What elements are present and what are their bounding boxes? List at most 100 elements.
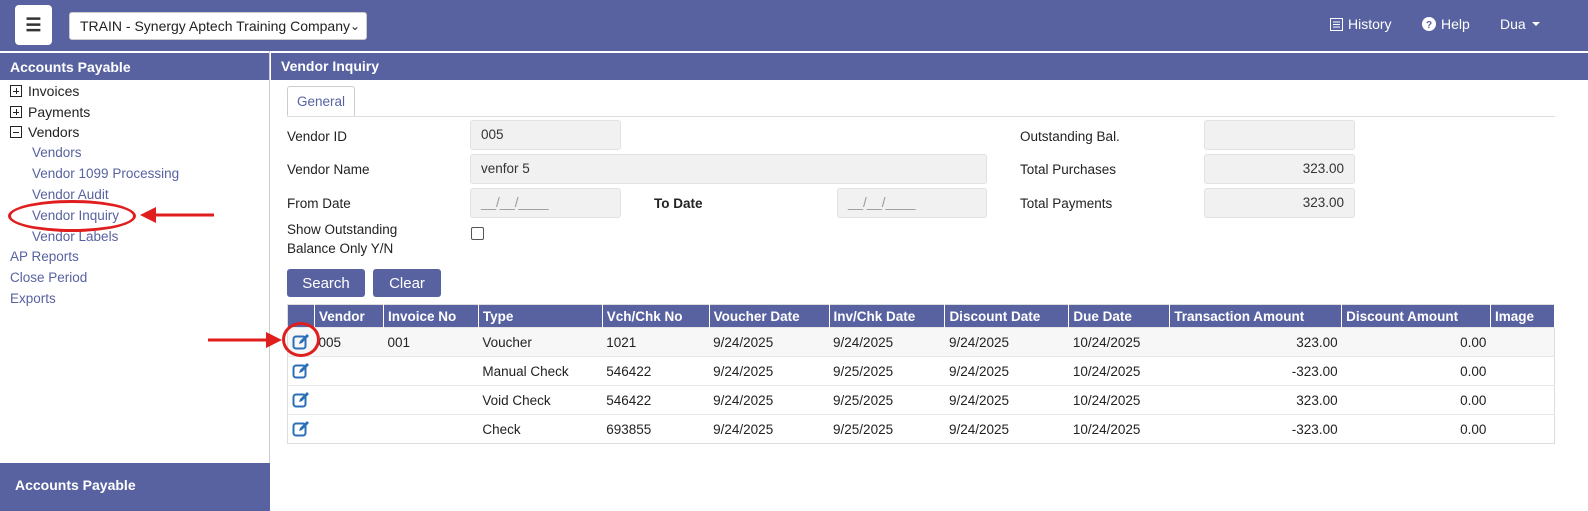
column-header[interactable]: Vch/Chk No (602, 304, 710, 328)
annotation-arrow (140, 207, 214, 223)
edit-cell (287, 385, 315, 415)
sidebar-link-close-period[interactable]: Close Period (10, 270, 87, 285)
vendor-id-field[interactable]: 005 (470, 120, 621, 150)
show-outstanding-checkbox[interactable] (471, 227, 484, 240)
column-header[interactable]: Invoice No (383, 304, 479, 328)
edit-icon[interactable] (292, 420, 310, 438)
tree-item-invoices[interactable]: Invoices (10, 83, 79, 99)
sidebar-link-vendors[interactable]: Vendors (32, 145, 82, 160)
edit-icon[interactable] (292, 391, 310, 409)
to-date-field[interactable]: __/__/____ (837, 188, 987, 218)
outstanding-bal-label: Outstanding Bal. (1020, 129, 1120, 144)
total-purchases-label: Total Purchases (1020, 162, 1117, 177)
cell-voucher-date: 9/24/2025 (709, 414, 830, 444)
plus-icon[interactable] (10, 106, 22, 118)
cell-vendor (314, 385, 384, 415)
history-link[interactable]: History (1330, 16, 1392, 32)
cell-discount: 0.00 (1341, 414, 1491, 444)
cell-image (1490, 327, 1555, 357)
cell-inv-date: 9/25/2025 (829, 356, 945, 386)
table-header-row: Vendor Invoice No Type Vch/Chk No Vouche… (287, 304, 1556, 328)
edit-cell (287, 414, 315, 444)
cell-vch: 693855 (602, 414, 710, 444)
tree-item-label: Invoices (28, 83, 80, 99)
cell-amount: -323.00 (1169, 414, 1342, 444)
vendor-name-label: Vendor Name (287, 162, 370, 177)
clear-button[interactable]: Clear (373, 269, 441, 297)
edit-cell (287, 356, 315, 386)
table-row: Void Check 546422 9/24/2025 9/25/2025 9/24/2… (287, 385, 1555, 415)
tab-divider (287, 116, 1555, 117)
cell-voucher-date: 9/24/2025 (709, 356, 830, 386)
column-header[interactable]: Discount Amount (1341, 304, 1491, 328)
cell-vch: 546422 (602, 385, 710, 415)
column-header[interactable]: Inv/Chk Date (829, 304, 946, 328)
sidebar-link-exports[interactable]: Exports (10, 291, 56, 306)
vendor-id-label: Vendor ID (287, 129, 348, 144)
column-header[interactable]: Discount Date (944, 304, 1070, 328)
cell-inv-date: 9/24/2025 (829, 327, 945, 357)
help-label: Help (1441, 16, 1470, 32)
top-bar: ☰ TRAIN - Synergy Aptech Training Compan… (0, 0, 1588, 51)
from-date-label: From Date (287, 196, 351, 211)
sidebar-link-ap-reports[interactable]: AP Reports (10, 249, 79, 264)
column-header[interactable]: Due Date (1068, 304, 1171, 328)
cell-image (1490, 414, 1555, 444)
user-menu[interactable]: Dua (1500, 16, 1541, 32)
user-label: Dua (1500, 16, 1526, 32)
menu-icon[interactable]: ☰ (15, 5, 52, 45)
chevron-down-icon: ⌄ (349, 19, 360, 33)
cell-due: 10/24/2025 (1068, 327, 1170, 357)
cell-discount: 0.00 (1341, 385, 1491, 415)
cell-voucher-date: 9/24/2025 (709, 327, 830, 357)
cell-vendor (314, 356, 384, 386)
tree-item-label: Payments (28, 104, 91, 120)
page-title: Vendor Inquiry (271, 53, 1588, 80)
show-outstanding-label-1: Show Outstanding (287, 222, 398, 237)
cell-type: Voucher (478, 327, 603, 357)
cell-due: 10/24/2025 (1068, 414, 1170, 444)
tree-item-payments[interactable]: Payments (10, 104, 90, 120)
cell-inv-date: 9/25/2025 (829, 414, 945, 444)
from-date-field[interactable]: __/__/____ (470, 188, 621, 218)
table-row: Manual Check 546422 9/24/2025 9/25/2025 9/24… (287, 356, 1555, 386)
svg-text:?: ? (1426, 20, 1432, 31)
total-payments-label: Total Payments (1020, 196, 1113, 211)
cell-invoice (383, 385, 479, 415)
history-icon (1330, 17, 1343, 31)
edit-icon[interactable] (292, 362, 310, 380)
cell-amount: 323.00 (1169, 385, 1342, 415)
tree-item-vendors[interactable]: Vendors (10, 124, 79, 140)
help-icon: ? (1422, 17, 1436, 31)
sidebar-link-vendor-1099[interactable]: Vendor 1099 Processing (32, 166, 179, 181)
show-outstanding-label-2: Balance Only Y/N (287, 241, 394, 256)
help-link[interactable]: ? Help (1422, 16, 1470, 32)
column-header[interactable]: Voucher Date (709, 304, 830, 328)
cell-vch: 1021 (602, 327, 710, 357)
column-header[interactable]: Vendor (314, 304, 384, 328)
cell-due: 10/24/2025 (1068, 385, 1170, 415)
annotation-circle-edit (282, 322, 320, 357)
vendor-name-field[interactable]: venfor 5 (470, 154, 987, 184)
search-button[interactable]: Search (287, 269, 365, 297)
column-header[interactable]: Transaction Amount (1169, 304, 1343, 328)
minus-icon[interactable] (10, 126, 22, 138)
cell-disc-date: 9/24/2025 (944, 414, 1069, 444)
sidebar-footer[interactable]: Accounts Payable (0, 463, 270, 511)
cell-image (1490, 356, 1555, 386)
vendor-transactions-table: Vendor Invoice No Type Vch/Chk No Vouche… (287, 304, 1556, 444)
company-select-value: TRAIN - Synergy Aptech Training Company (80, 18, 351, 34)
column-header[interactable]: Image (1490, 304, 1556, 328)
cell-vendor (314, 414, 384, 444)
table-row: Check 693855 9/24/2025 9/25/2025 9/24/2025 10… (287, 414, 1555, 444)
cell-vch: 546422 (602, 356, 710, 386)
cell-invoice: 001 (383, 327, 479, 357)
cell-invoice (383, 356, 479, 386)
total-payments-field: 323.00 (1204, 188, 1355, 218)
column-header[interactable]: Type (478, 304, 603, 328)
total-purchases-field: 323.00 (1204, 154, 1355, 184)
plus-icon[interactable] (10, 85, 22, 97)
cell-inv-date: 9/25/2025 (829, 385, 945, 415)
tab-general[interactable]: General (287, 86, 355, 116)
company-select[interactable]: TRAIN - Synergy Aptech Training Company … (69, 12, 367, 40)
